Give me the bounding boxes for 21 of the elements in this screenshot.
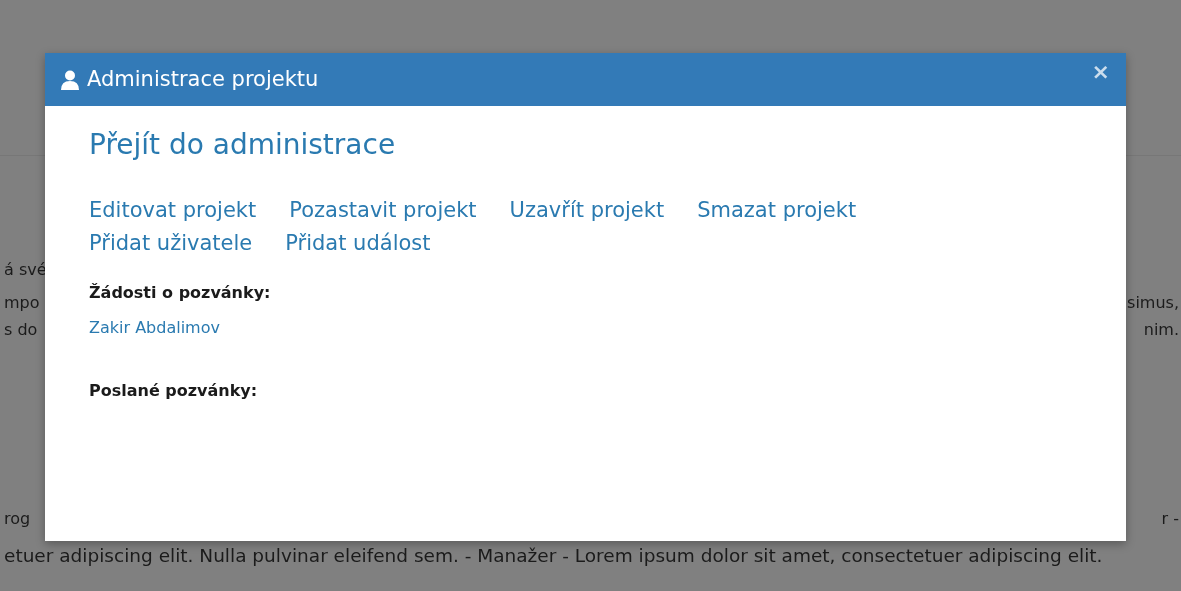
action-link[interactable]: Pozastavit projekt [289,196,477,224]
action-link[interactable]: Přidat uživatele [89,229,253,257]
section-label: Žádosti o pozvánky: [89,281,272,304]
action-link[interactable]: Uzavřít projekt [509,196,665,224]
background-text: r - [1161,508,1179,530]
section-heading: Přejít do administrace [89,128,397,162]
close-button[interactable]: × [1091,61,1110,83]
action-link[interactable]: Smazat projekt [697,196,857,224]
background-text: simus, [1127,292,1179,314]
action-link[interactable]: Editovat projekt [89,196,257,224]
user-link[interactable]: Zakir Abdalimov [89,317,220,337]
modal-title: Administrace projektu [87,66,319,93]
section-label: Poslané pozvánky: [89,379,259,402]
background-text: nim. [1143,319,1179,341]
background-text: s do [4,319,38,341]
background-text: á své [4,259,47,281]
background-text: rog [4,508,31,530]
user-icon [61,69,79,90]
background-text: etuer adipiscing elit. Nulla pulvinar eleifend sem. - Manažer - Lorem ipsum dolor sit amet, consectetuer adipiscing elit. [4,544,1103,568]
action-link[interactable]: Přidat událost [285,229,431,257]
background-text: mpo [4,292,40,314]
